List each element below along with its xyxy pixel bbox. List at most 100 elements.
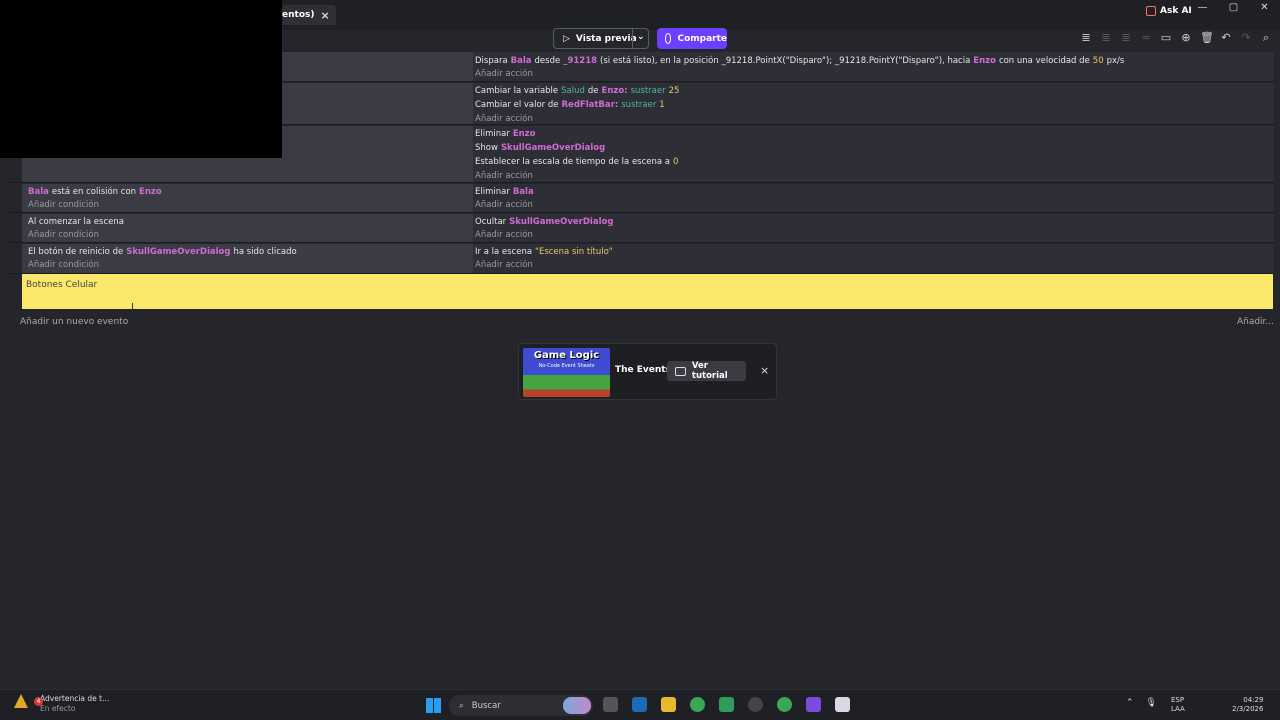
wave-disabled-icon[interactable]: ≈ <box>1140 32 1152 44</box>
instruction-text: con una velocidad de <box>998 56 1090 66</box>
instruction-text: Eliminar <box>475 187 510 197</box>
search-icon: ⌕ <box>459 700 464 711</box>
undo-icon[interactable]: ↶ <box>1220 32 1232 44</box>
close-window-icon[interactable]: ✕ <box>1249 2 1280 13</box>
view-tutorial-button[interactable]: Ver tutorial <box>667 361 746 381</box>
actions-column[interactable]: Ocultar SkullGameOverDialog Añadir acción <box>473 214 1274 242</box>
comment-icon[interactable]: ▭ <box>1160 32 1172 44</box>
add-action-button[interactable]: Añadir acción <box>475 114 533 124</box>
action[interactable]: Eliminar Bala <box>475 187 534 197</box>
event-row[interactable]: El botón de reinicio de SkullGameOverDia… <box>8 244 1274 274</box>
comment-block[interactable]: Botones Celular <box>22 274 1273 309</box>
snipping-tool-icon[interactable] <box>835 697 850 712</box>
instruction-text: Dispara <box>475 56 508 66</box>
action[interactable]: Establecer la escala de tiempo de la esc… <box>475 157 678 167</box>
instruction-text: Al comenzar la escena <box>28 217 124 227</box>
add-action-button[interactable]: Añadir acción <box>475 69 533 79</box>
app-icon[interactable] <box>719 697 734 712</box>
instruction-text: (si está listo), en la posición _91218.P… <box>600 56 971 66</box>
windows-start-icon[interactable] <box>426 698 441 713</box>
instruction-text: Establecer la escala de tiempo de la esc… <box>475 157 671 167</box>
taskbar-search[interactable]: ⌕ Buscar <box>449 695 593 716</box>
instruction-text: Show <box>475 143 498 153</box>
language-indicator[interactable]: ESP LAA <box>1171 696 1185 714</box>
action[interactable]: Ocultar SkullGameOverDialog <box>475 217 613 227</box>
action[interactable]: Cambiar el valor de RedFlatBar: sustraer… <box>475 100 665 110</box>
chevron-down-icon[interactable]: ⌄ <box>637 32 645 42</box>
redo-disabled-icon[interactable]: ↷ <box>1240 32 1252 44</box>
notification-widget[interactable]: 4 Advertencia de t... En efecto <box>14 694 109 714</box>
add-icon[interactable]: ⊕ <box>1180 32 1192 44</box>
layers-disabled-icon[interactable]: ≣ <box>1100 32 1112 44</box>
conditions-column[interactable]: Al comenzar la escena Añadir condición <box>22 214 479 242</box>
condition[interactable]: Bala está en colisión con Enzo <box>28 187 162 197</box>
action[interactable]: Eliminar Enzo <box>475 129 535 139</box>
play-icon: ▷ <box>563 33 570 44</box>
object-name: SkullGameOverDialog <box>500 143 606 153</box>
add-condition-button[interactable]: Añadir condición <box>28 230 99 240</box>
close-icon[interactable]: × <box>760 364 769 377</box>
add-condition-button[interactable]: Añadir condición <box>28 260 99 270</box>
search-placeholder: Buscar <box>471 700 501 711</box>
gdevelop-icon[interactable] <box>806 697 821 712</box>
preview-button[interactable]: ▷ Vista previa ⌄ <box>553 28 649 49</box>
app-icon[interactable] <box>748 697 763 712</box>
layers-icon[interactable]: ≣ <box>1080 32 1092 44</box>
search-icon[interactable]: ⌕ <box>1260 32 1272 44</box>
action[interactable]: Ir a la escena "Escena sin título" <box>475 247 613 257</box>
actions-column[interactable]: Dispara Bala desde _91218 (si está listo… <box>473 52 1274 81</box>
add-more-button[interactable]: Añadir... <box>1237 317 1274 327</box>
object-name: Enzo <box>512 129 536 139</box>
minimize-icon[interactable]: — <box>1187 2 1218 13</box>
share-label: Comparte <box>677 33 727 44</box>
tutorial-thumbnail: Game Logic No-Code Event Sheets <box>523 348 610 397</box>
event-row[interactable]: Bala está en colisión con Enzo Añadir con… <box>8 184 1274 213</box>
add-event-button[interactable]: Añadir un nuevo evento <box>20 317 128 327</box>
delete-icon[interactable]: 🗑 <box>1200 32 1214 44</box>
instruction-text: Ocultar <box>475 217 507 227</box>
conditions-column[interactable]: El botón de reinicio de SkullGameOverDia… <box>22 244 479 273</box>
time: 04:29 <box>1243 696 1264 704</box>
actions-column[interactable]: Ir a la escena "Escena sin título" Añadir… <box>473 244 1274 273</box>
thumbnail-subtitle: No-Code Event Sheets <box>538 363 595 369</box>
object-name: Bala <box>510 56 532 66</box>
instruction-text: Eliminar <box>475 129 510 139</box>
add-action-button[interactable]: Añadir acción <box>475 260 533 270</box>
instruction-text: 25 <box>668 86 680 96</box>
chrome-icon[interactable] <box>777 697 792 712</box>
condition[interactable]: Al comenzar la escena <box>28 217 124 227</box>
action[interactable]: Cambiar la variable Salud de Enzo: sustr… <box>475 86 679 96</box>
add-action-button[interactable]: Añadir acción <box>475 171 533 181</box>
share-button[interactable]: Comparte <box>657 28 727 49</box>
actions-column[interactable]: Cambiar la variable Salud de Enzo: sustr… <box>473 83 1274 124</box>
object-name: Enzo: <box>601 86 628 96</box>
task-view-icon[interactable] <box>603 697 618 712</box>
chrome-icon[interactable] <box>690 697 705 712</box>
layers-disabled-icon[interactable]: ≣ <box>1120 32 1132 44</box>
event-row[interactable]: Al comenzar la escena Añadir condición Ocu… <box>8 214 1274 243</box>
tab-close-icon[interactable]: × <box>320 9 329 22</box>
instruction-text: 0 <box>673 157 679 167</box>
add-action-button[interactable]: Añadir acción <box>475 200 533 210</box>
chevron-up-icon[interactable]: ⌃ <box>1126 698 1134 708</box>
instruction-text: está en colisión con <box>51 187 137 197</box>
steam-icon[interactable] <box>632 697 647 712</box>
clock[interactable]: 04:29 2/3/2026 <box>1232 696 1263 714</box>
actions-column[interactable]: Eliminar Bala Añadir acción <box>473 184 1274 212</box>
add-condition-button[interactable]: Añadir condición <box>28 200 99 210</box>
maximize-icon[interactable]: ▢ <box>1218 2 1249 13</box>
instruction-text: de <box>587 86 599 96</box>
condition[interactable]: El botón de reinicio de SkullGameOverDia… <box>28 247 297 257</box>
action[interactable]: Dispara Bala desde _91218 (si está listo… <box>475 56 1124 66</box>
ask-ai-button[interactable]: Ask AI <box>1146 6 1192 16</box>
tab-events-sheet[interactable]: entos) × <box>282 5 336 25</box>
file-explorer-icon[interactable] <box>661 697 676 712</box>
instruction-text: 1 <box>659 100 665 110</box>
add-action-button[interactable]: Añadir acción <box>475 230 533 240</box>
conditions-column[interactable]: Bala está en colisión con Enzo Añadir con… <box>22 184 479 212</box>
actions-column[interactable]: Eliminar Enzo Show SkullGameOverDialog Est… <box>473 126 1274 182</box>
text-cursor-icon: I <box>131 302 134 313</box>
date: 2/3/2026 <box>1232 705 1264 713</box>
action[interactable]: Show SkullGameOverDialog <box>475 143 605 153</box>
microphone-icon[interactable]: 🎙 <box>1146 698 1157 708</box>
